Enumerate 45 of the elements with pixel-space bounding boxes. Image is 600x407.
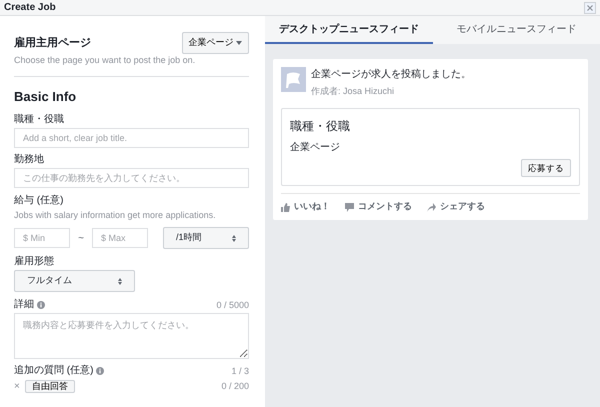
max-salary-field[interactable]: $ Max <box>92 228 148 248</box>
page-dropdown[interactable]: 企業ページ <box>182 32 249 54</box>
job-title-field[interactable]: Add a short, clear job title. <box>14 128 249 148</box>
window-title: Create Job <box>4 0 56 14</box>
character-counter: 0 / 5000 <box>216 299 249 311</box>
company-name: 企業ページ <box>290 140 341 154</box>
preview-tab[interactable]: モバイルニュースフィード <box>432 16 600 44</box>
share-arrow-icon <box>427 202 436 212</box>
question-character-counter: 0 / 200 <box>221 380 249 392</box>
field-label: 雇用形態 <box>14 256 55 268</box>
section-heading: Basic Info <box>14 88 78 106</box>
apply-button[interactable]: 応募する <box>521 158 571 178</box>
thumbs-up-icon <box>281 202 290 212</box>
period-value: /1時間 <box>176 231 202 244</box>
employment-type-value: フルタイム <box>27 274 72 288</box>
section-hint: Choose the page you want to post the job on. <box>14 54 196 67</box>
question-type-dropdown[interactable]: 自由回答 <box>24 380 75 393</box>
field-label: 詳細 <box>14 299 34 311</box>
flag-icon <box>281 67 306 92</box>
post-action-button[interactable]: シェアする <box>427 200 485 214</box>
info-icon <box>96 367 104 375</box>
post-action-button[interactable]: コメントする <box>345 200 412 214</box>
field-label: 職種・役職 <box>14 114 65 126</box>
post-action-button[interactable]: いいね！ <box>281 200 330 214</box>
location-field[interactable]: この仕事の勤務先を入力してください。 <box>14 168 249 188</box>
field-label: 勤務地 <box>14 154 45 166</box>
section-title: 雇用主用ページ <box>14 36 91 50</box>
period-select[interactable]: /1時間 <box>163 227 249 249</box>
post-author: 作成者: Josa Hizuchi <box>311 85 396 98</box>
info-icon <box>36 301 44 309</box>
question-counter: 1 / 3 <box>231 365 249 377</box>
salary-hint: Jobs with salary information get more applications. <box>14 208 217 222</box>
caret-icon <box>236 40 242 45</box>
employment-type-select[interactable]: フルタイム <box>14 270 135 292</box>
select-arrows-icon <box>232 234 236 242</box>
job-title-text: 職種・役職 <box>290 118 351 134</box>
range-separator: ~ <box>77 232 85 246</box>
select-arrows-icon <box>118 278 122 284</box>
preview-tab[interactable]: デスクトップニュースフィード <box>265 16 432 44</box>
details-field[interactable]: 職務内容と応募要件を入力してください。 <box>14 313 249 359</box>
min-salary-field[interactable]: $ Min <box>14 228 70 248</box>
field-label: 給与 (任意) <box>14 194 64 206</box>
field-label: 追加の質問 (任意) <box>14 365 94 377</box>
post-headline: 企業ページが求人を投稿しました。 <box>311 68 471 82</box>
speech-bubble-icon <box>345 202 354 212</box>
